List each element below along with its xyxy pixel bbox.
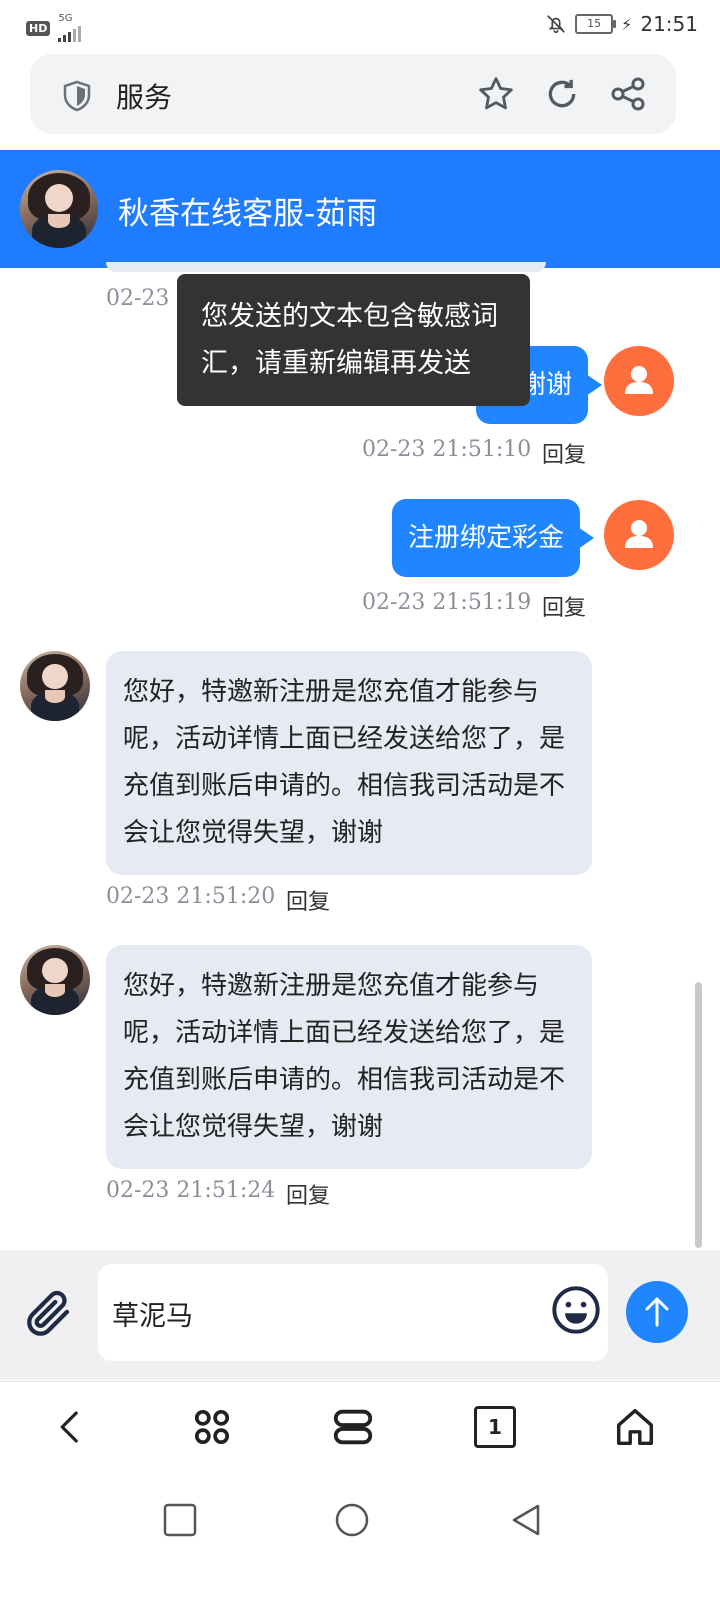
reply-link[interactable]: 回复 [286, 884, 330, 916]
send-button[interactable] [626, 1281, 688, 1343]
shield-icon[interactable] [62, 80, 92, 112]
refresh-icon[interactable] [542, 74, 582, 114]
person-icon [625, 520, 653, 548]
back-icon[interactable] [50, 1404, 92, 1450]
chat-title: 秋香在线客服-茹雨 [118, 196, 378, 232]
message-time: 02-23 21:51:20 [106, 884, 276, 909]
emoji-icon[interactable] [550, 1284, 602, 1336]
tabs-stack-icon[interactable] [330, 1404, 376, 1450]
recents-square-icon[interactable] [162, 1502, 198, 1538]
agent-message-bubble[interactable]: 您好，特邀新注册是您充值才能参与呢，活动详情上面已经发送给您了，是充值到账后申请… [106, 945, 592, 1169]
agent-avatar[interactable] [20, 170, 98, 248]
tab-count-icon[interactable]: 1 [474, 1406, 516, 1448]
star-icon[interactable] [476, 74, 516, 114]
agent-avatar[interactable] [20, 945, 90, 1015]
status-time: 21:51 [640, 12, 698, 36]
agent-message-bubble[interactable]: 您好，特邀新注册是您充值才能参与呢，活动详情上面已经发送给您了，是充值到账后申请… [106, 651, 592, 875]
user-message-bubble[interactable]: 注册绑定彩金 [392, 499, 595, 577]
error-toast: 您发送的文本包含敏感词汇，请重新编辑再发送 [177, 274, 530, 406]
scrollbar-thumb[interactable] [695, 982, 702, 1248]
agent-avatar[interactable] [20, 651, 90, 721]
status-bar: HD 5G 15 ⚡ 21:51 [0, 0, 720, 52]
hd-badge: HD [26, 20, 51, 36]
reply-link[interactable]: 回复 [286, 1178, 330, 1210]
signal-icon [58, 24, 82, 42]
home-circle-icon[interactable] [334, 1502, 370, 1538]
person-icon [625, 366, 653, 394]
message-time: 02-23 21:51:10 [362, 437, 532, 462]
battery-icon: 15 [575, 14, 617, 34]
share-icon[interactable] [608, 74, 648, 114]
address-title[interactable]: 服务 [116, 76, 172, 116]
message-time: 02-23 21:51:19 [362, 590, 532, 615]
message-time: 02-23 21:51:24 [106, 1178, 276, 1203]
reply-link[interactable]: 回复 [542, 590, 586, 622]
reply-link[interactable]: 回复 [542, 437, 586, 469]
send-arrow-icon [645, 1297, 669, 1327]
tab-count: 1 [488, 1415, 502, 1439]
apps-icon[interactable] [190, 1404, 234, 1450]
charging-icon: ⚡ [621, 14, 633, 34]
mute-bell-icon [547, 15, 565, 34]
back-triangle-icon[interactable] [508, 1502, 544, 1538]
paperclip-icon[interactable] [22, 1286, 76, 1340]
user-avatar[interactable] [604, 500, 674, 570]
system-nav-bar [0, 1482, 720, 1600]
home-icon[interactable] [612, 1404, 658, 1450]
partial-message-bubble [106, 262, 546, 272]
message-input-text[interactable]: 草泥马 [112, 1294, 193, 1333]
user-avatar[interactable] [604, 346, 674, 416]
network-label: 5G [58, 13, 73, 24]
